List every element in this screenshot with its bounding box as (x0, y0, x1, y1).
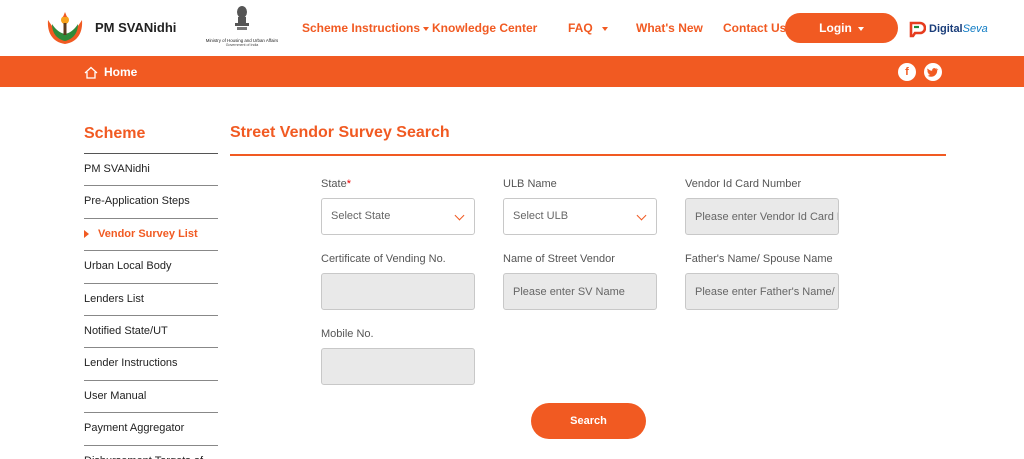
pm-svanidhi-emblem-icon (47, 12, 83, 44)
ulb-label: ULB Name (503, 178, 557, 190)
vendor-name-input[interactable] (503, 273, 657, 310)
caret-down-icon (601, 26, 608, 31)
sidebar-title: Scheme (84, 124, 218, 154)
mobile-input[interactable] (321, 348, 475, 385)
scheme-sidebar: Scheme PM SVANidhi Pre-Application Steps… (84, 124, 218, 459)
sidebar-item-vendor-survey-list[interactable]: Vendor Survey List (84, 219, 218, 252)
sidebar-item-user-manual[interactable]: User Manual (84, 381, 218, 414)
certificate-input[interactable] (321, 273, 475, 310)
nav-knowledge-center[interactable]: Knowledge Center (432, 21, 537, 35)
breadcrumb-bar: Home f (0, 56, 1024, 87)
chevron-down-icon (454, 210, 465, 221)
state-select-value: Select State (331, 210, 391, 222)
page-title: Street Vendor Survey Search (230, 124, 450, 141)
sidebar-item-lenders-list[interactable]: Lenders List (84, 284, 218, 316)
ulb-select[interactable]: Select ULB (503, 198, 657, 235)
login-label: Login (819, 21, 852, 35)
brand-name: PM SVANidhi (95, 20, 177, 35)
vendor-id-input[interactable] (685, 198, 839, 235)
required-mark: * (346, 178, 351, 190)
digital-seva-logo[interactable]: DigitalSeva (908, 19, 988, 39)
twitter-icon[interactable] (924, 63, 942, 81)
father-name-label: Father's Name/ Spouse Name (685, 253, 833, 265)
breadcrumb-home[interactable]: Home (84, 65, 137, 79)
sidebar-item-pre-application-steps[interactable]: Pre-Application Steps (84, 186, 218, 219)
vendor-name-label: Name of Street Vendor (503, 253, 615, 265)
sidebar-item-notified-state-ut[interactable]: Notified State/UT (84, 316, 218, 349)
nav-whats-new[interactable]: What's New (636, 21, 703, 35)
home-icon (84, 66, 98, 79)
pm-svanidhi-logo[interactable] (44, 8, 86, 48)
nav-faq[interactable]: FAQ (568, 21, 608, 35)
login-button[interactable]: Login (785, 13, 898, 43)
ministry-logo: Ministry of Housing and Urban Affairs Go… (193, 5, 291, 51)
nav-faq-label: FAQ (568, 21, 593, 35)
state-label: State* (321, 178, 351, 190)
certificate-label: Certificate of Vending No. (321, 253, 446, 265)
sidebar-item-urban-local-body[interactable]: Urban Local Body (84, 251, 218, 284)
ulb-select-value: Select ULB (513, 210, 569, 222)
digital-seva-main: Digital (929, 23, 963, 35)
digital-seva-icon (909, 21, 926, 38)
sidebar-item-lender-instructions[interactable]: Lender Instructions (84, 348, 218, 381)
mobile-label: Mobile No. (321, 328, 374, 340)
state-select[interactable]: Select State (321, 198, 475, 235)
sidebar-item-payment-aggregator[interactable]: Payment Aggregator (84, 413, 218, 446)
nav-scheme-instructions[interactable]: Scheme Instructions (302, 21, 430, 35)
facebook-icon[interactable]: f (898, 63, 916, 81)
national-emblem-icon (235, 6, 249, 30)
father-name-input[interactable] (685, 273, 839, 310)
government-name: Government of India (225, 43, 259, 47)
state-label-text: State (321, 178, 347, 190)
twitter-bird-icon (927, 68, 939, 77)
digital-seva-accent: Seva (962, 23, 988, 35)
home-label: Home (104, 65, 138, 79)
chevron-down-icon (636, 210, 647, 221)
caret-down-icon (857, 26, 864, 31)
search-button[interactable]: Search (531, 403, 646, 439)
sidebar-item-disbursement-targets[interactable]: Disbursement Targets of (84, 446, 218, 459)
nav-scheme-instructions-label: Scheme Instructions (302, 21, 421, 35)
title-divider (230, 154, 946, 156)
nav-contact-us[interactable]: Contact Us (723, 21, 786, 35)
digital-seva-text: DigitalSeva (929, 23, 988, 35)
vendor-id-label: Vendor Id Card Number (685, 178, 802, 190)
top-navbar: PM SVANidhi Ministry of Housing and Urba… (0, 0, 1024, 56)
active-arrow-icon (84, 229, 89, 238)
sidebar-item-pm-svanidhi[interactable]: PM SVANidhi (84, 154, 218, 187)
caret-down-icon (423, 26, 430, 31)
sidebar-item-label: Vendor Survey List (98, 227, 198, 240)
